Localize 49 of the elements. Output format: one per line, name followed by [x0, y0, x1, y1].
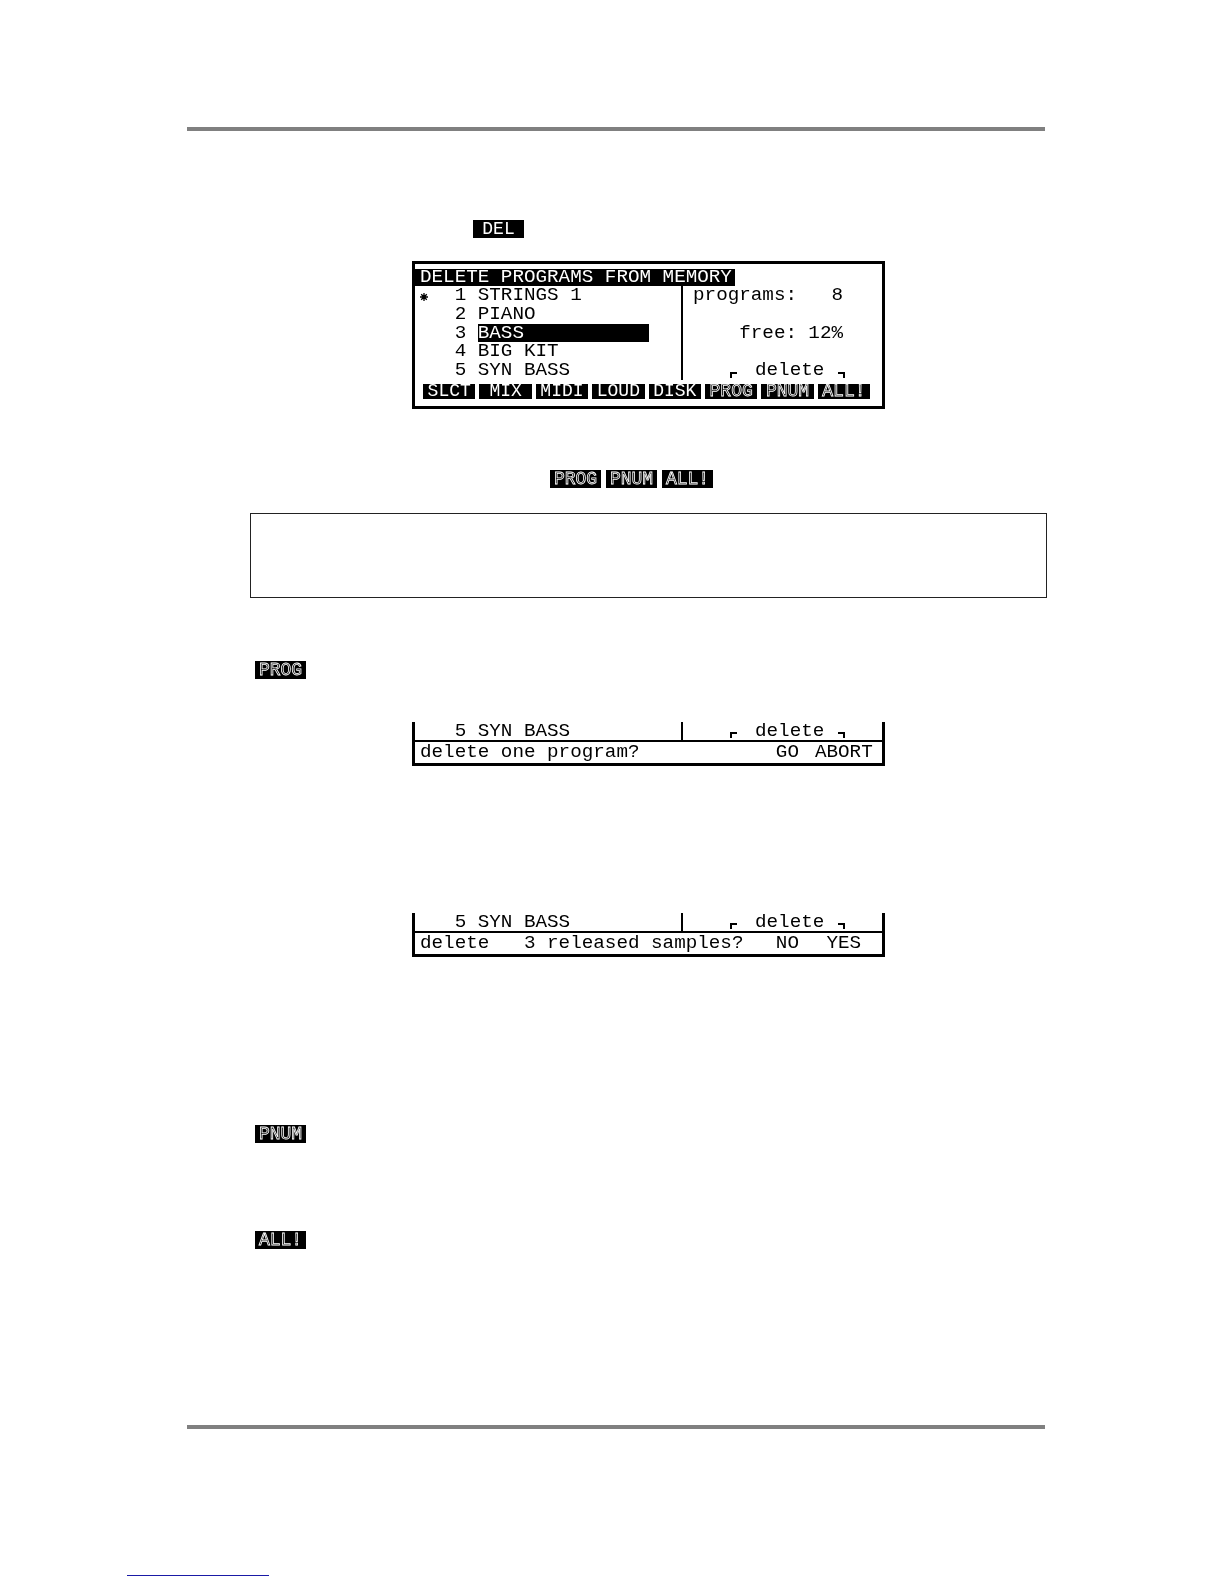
program-number: 2: [454, 304, 467, 324]
option-label: ABORT: [814, 742, 873, 763]
prompt-text: delete 3 released samples?: [420, 933, 744, 954]
option-label: NO: [775, 933, 799, 954]
option-label: GO: [775, 742, 799, 763]
stat-value: 12%: [808, 323, 843, 343]
softkey: LOUD: [592, 384, 645, 399]
softkey: MIDI: [535, 384, 589, 399]
stat-label: programs:: [693, 286, 797, 305]
function-key: PNUM: [606, 470, 657, 488]
corner-bracket-icon: [730, 371, 737, 378]
program-number: 1: [454, 286, 467, 305]
corner-bracket-icon: [730, 923, 737, 929]
program-name: SYN BASS: [477, 361, 571, 380]
stat-value: 8: [831, 286, 843, 305]
function-key: ALL!: [255, 1231, 306, 1249]
program-name: SYN BASS: [477, 913, 571, 931]
corner-bracket-icon: [838, 923, 846, 929]
corner-bracket-icon: [838, 371, 846, 378]
corner-bracket-icon: [838, 732, 846, 738]
program-number: 5: [454, 722, 467, 740]
program-name: STRINGS 1: [477, 286, 582, 305]
corner-bracket-icon: [730, 732, 737, 738]
softkey: PNUM: [761, 384, 814, 399]
function-key: PNUM: [255, 1125, 306, 1143]
program-number: 3: [454, 323, 467, 343]
program-number: 4: [454, 342, 467, 362]
program-number: 5: [454, 913, 467, 931]
function-key: PROG: [255, 661, 306, 679]
prompt-text: delete one program?: [420, 742, 640, 763]
program-name: BASS: [477, 323, 649, 343]
softkey: SLCT: [423, 384, 476, 399]
action-label: delete: [755, 361, 825, 380]
function-key: DEL: [473, 220, 524, 238]
program-number: 5: [454, 361, 467, 380]
function-key: ALL!: [662, 470, 713, 488]
program-name: SYN BASS: [477, 722, 571, 740]
softkey: ALL!: [817, 384, 871, 399]
program-name: PIANO: [477, 304, 536, 324]
softkey: PROG: [704, 384, 758, 399]
stat-label: free:: [739, 323, 797, 343]
softkey: DISK: [648, 384, 701, 399]
softkey: MIX: [479, 384, 532, 399]
program-name: BIG KIT: [477, 342, 559, 362]
action-label: delete: [755, 722, 825, 740]
action-label: delete: [755, 913, 825, 931]
option-label: YES: [826, 933, 862, 954]
screen-title: DELETE PROGRAMS FROM MEMORY: [415, 269, 735, 286]
function-key: PROG: [550, 470, 601, 488]
